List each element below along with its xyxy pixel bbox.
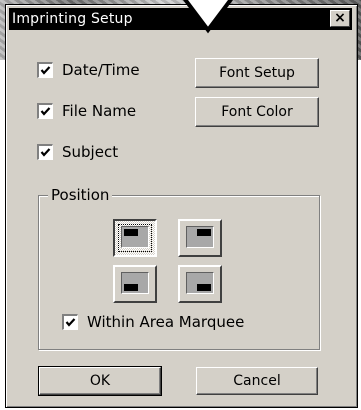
check-icon [65, 318, 76, 327]
check-icon [40, 66, 51, 75]
within-area-marquee-label: Within Area Marquee [87, 313, 245, 331]
check-icon [40, 107, 51, 116]
check-icon [40, 148, 51, 157]
text-mark [197, 229, 211, 236]
top-right-position-icon [186, 226, 214, 248]
focus-rect [118, 224, 152, 252]
date-time-checkbox-box[interactable] [37, 62, 53, 78]
dialog-title: Imprinting Setup [12, 11, 133, 27]
position-bottom-right-button[interactable] [178, 265, 222, 303]
position-bottom-left-button[interactable] [113, 265, 157, 303]
bottom-left-position-icon [121, 272, 149, 294]
screen: Imprinting Setup × Date/Time File Name S… [0, 0, 361, 410]
position-top-right-button[interactable] [178, 219, 222, 257]
file-name-checkbox[interactable]: File Name [37, 101, 136, 121]
within-area-marquee-checkbox[interactable]: Within Area Marquee [62, 312, 244, 332]
date-time-checkbox[interactable]: Date/Time [37, 60, 140, 80]
file-name-checkbox-box[interactable] [37, 103, 53, 119]
subject-label: Subject [62, 143, 119, 161]
text-mark [197, 284, 211, 291]
close-icon: × [334, 10, 346, 26]
imprinting-setup-dialog: Imprinting Setup × Date/Time File Name S… [5, 4, 358, 408]
subject-checkbox[interactable]: Subject [37, 142, 118, 162]
bottom-right-position-icon [186, 272, 214, 294]
font-setup-button[interactable]: Font Setup [195, 58, 319, 88]
close-button[interactable]: × [330, 10, 350, 27]
within-area-marquee-checkbox-box[interactable] [62, 314, 78, 330]
date-time-label: Date/Time [62, 61, 140, 79]
font-color-button[interactable]: Font Color [195, 97, 319, 127]
position-top-left-button[interactable] [113, 219, 157, 257]
text-mark [124, 284, 138, 291]
file-name-label: File Name [62, 102, 137, 120]
ok-button[interactable]: OK [38, 366, 162, 396]
speech-pointer-icon [183, 0, 233, 34]
cancel-button[interactable]: Cancel [196, 367, 318, 395]
subject-checkbox-box[interactable] [37, 144, 53, 160]
position-legend: Position [48, 186, 113, 204]
